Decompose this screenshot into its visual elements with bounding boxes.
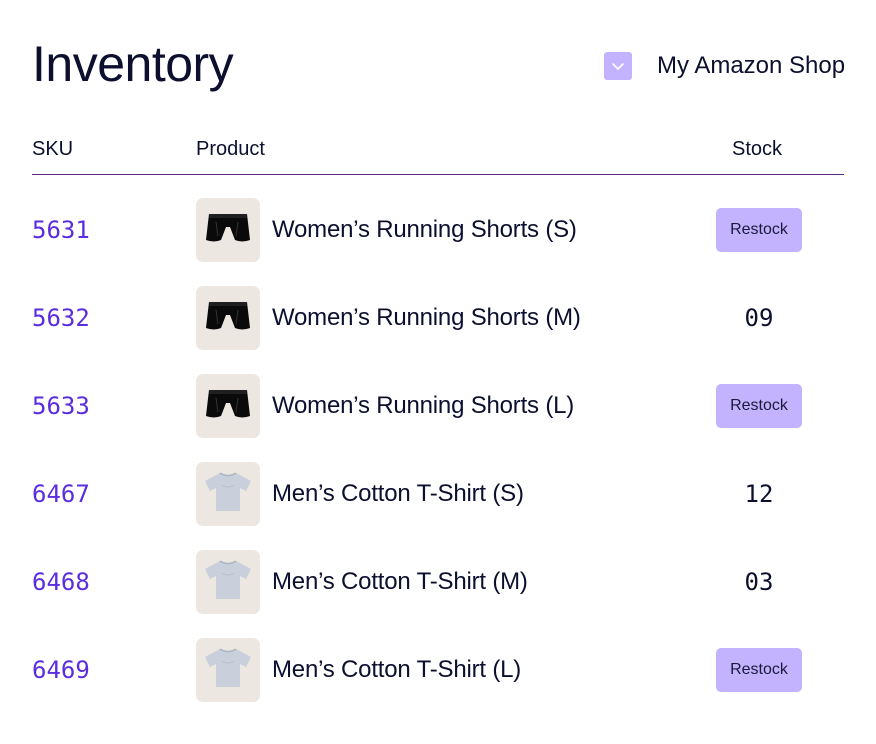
product-name: Men’s Cotton T-Shirt (L) bbox=[272, 656, 522, 683]
tshirt-icon bbox=[202, 469, 254, 520]
running-shorts-icon bbox=[204, 298, 252, 339]
sku-link[interactable]: 6469 bbox=[32, 652, 90, 688]
sku-link[interactable]: 5633 bbox=[32, 388, 90, 424]
sku-link[interactable]: 5631 bbox=[32, 212, 90, 248]
table-row: 6467 Men’s Cotton T-Shirt (S) 12 bbox=[32, 450, 844, 538]
inventory-page: Inventory My Amazon Shop SKU Product Sto… bbox=[0, 0, 876, 744]
table-row: 5632 Women’s Running Shorts (M) 09 bbox=[32, 274, 844, 362]
stock-count: 03 bbox=[744, 568, 774, 596]
product-name: Women’s Running Shorts (M) bbox=[272, 304, 581, 331]
tshirt-thumbnail bbox=[196, 638, 260, 702]
table-row: 6468 Men’s Cotton T-Shirt (M) 03 bbox=[32, 538, 844, 626]
page-title: Inventory bbox=[32, 36, 234, 92]
table-row: 6469 Men’s Cotton T-Shirt (L) Restock bbox=[32, 626, 844, 714]
chevron-down-icon[interactable] bbox=[604, 52, 632, 80]
product-name: Men’s Cotton T-Shirt (S) bbox=[272, 480, 524, 507]
shop-selector[interactable]: My Amazon Shop bbox=[604, 44, 845, 88]
table-row: 5631 Women’s Running Shorts (S) Restock bbox=[32, 186, 844, 274]
sku-link[interactable]: 6467 bbox=[32, 476, 90, 512]
running-shorts-thumbnail bbox=[196, 374, 260, 438]
restock-button[interactable]: Restock bbox=[716, 384, 802, 428]
inventory-table-body: 5631 Women’s Running Shorts (S) Restock 563… bbox=[32, 186, 844, 714]
column-header-product: Product bbox=[196, 138, 265, 160]
sku-link[interactable]: 5632 bbox=[32, 300, 90, 336]
stock-count: 09 bbox=[744, 304, 774, 332]
product-name: Women’s Running Shorts (S) bbox=[272, 216, 577, 243]
column-header-sku: SKU bbox=[32, 138, 74, 160]
restock-button[interactable]: Restock bbox=[716, 648, 802, 692]
sku-link[interactable]: 6468 bbox=[32, 564, 90, 600]
restock-button[interactable]: Restock bbox=[716, 208, 802, 252]
tshirt-thumbnail bbox=[196, 550, 260, 614]
table-row: 5633 Women’s Running Shorts (L) Restock bbox=[32, 362, 844, 450]
table-header: SKU Product Stock bbox=[32, 138, 844, 175]
running-shorts-thumbnail bbox=[196, 198, 260, 262]
product-name: Men’s Cotton T-Shirt (M) bbox=[272, 568, 528, 595]
stock-count: 12 bbox=[744, 480, 774, 508]
product-name: Women’s Running Shorts (L) bbox=[272, 392, 575, 419]
tshirt-icon bbox=[202, 645, 254, 696]
tshirt-thumbnail bbox=[196, 462, 260, 526]
running-shorts-icon bbox=[204, 386, 252, 427]
column-header-stock: Stock bbox=[732, 138, 783, 160]
shop-selector-label[interactable]: My Amazon Shop bbox=[657, 44, 845, 88]
tshirt-icon bbox=[202, 557, 254, 608]
running-shorts-thumbnail bbox=[196, 286, 260, 350]
running-shorts-icon bbox=[204, 210, 252, 251]
